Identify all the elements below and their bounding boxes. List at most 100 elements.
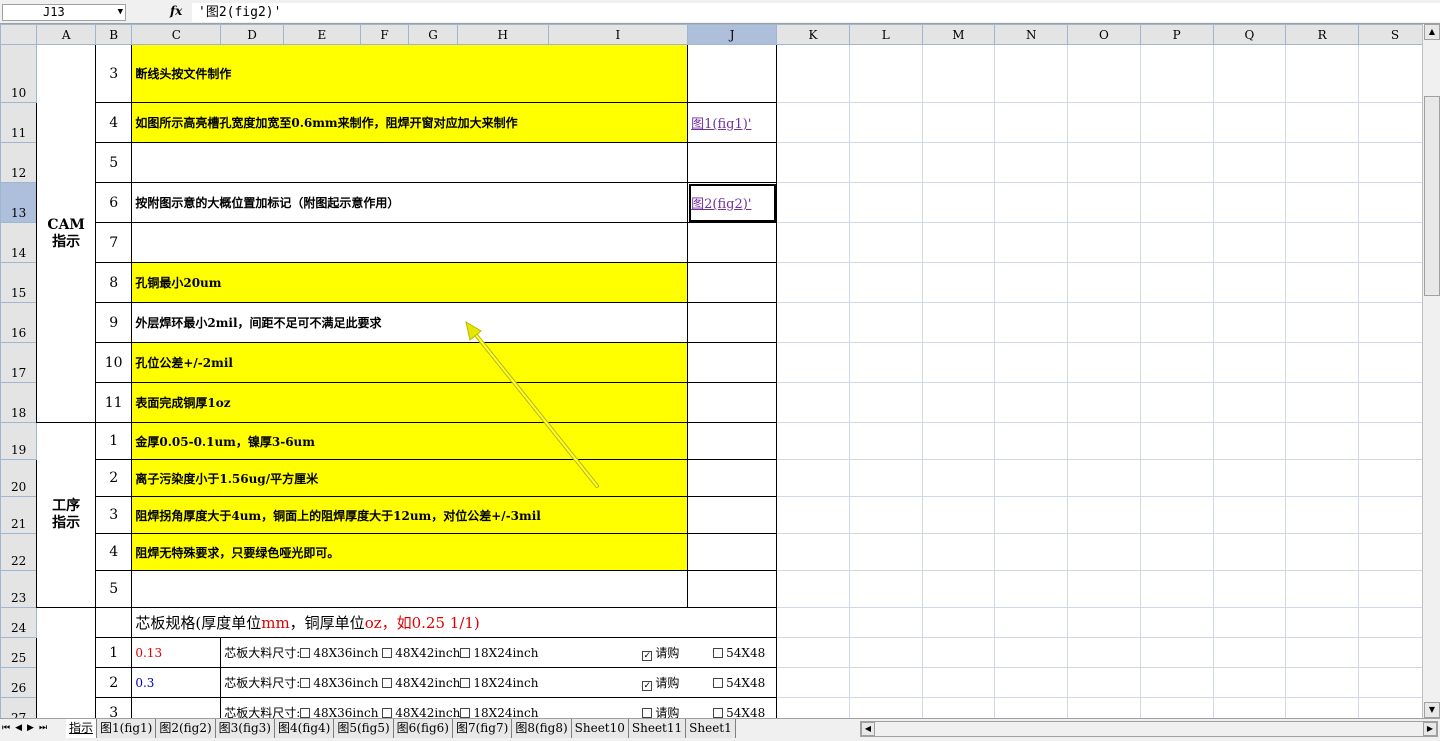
figure-link-cell[interactable] (687, 533, 778, 571)
sheet-tab[interactable]: Sheet1 (686, 719, 736, 738)
figure-link-cell[interactable] (687, 302, 778, 343)
row-header[interactable]: 21 (0, 496, 38, 534)
sheet-tab[interactable]: 图4(fig4) (275, 719, 335, 738)
chevron-down-icon[interactable]: ▼ (118, 5, 123, 20)
scroll-left-icon[interactable]: ◀ (861, 722, 875, 736)
option-purchase[interactable]: ✓ 请购 (642, 644, 679, 661)
instruction-cell[interactable]: 孔铜最小20um (131, 262, 689, 303)
core-thickness-cell[interactable] (131, 697, 222, 718)
name-box[interactable]: J13 ▼ (2, 4, 126, 21)
option-54x48[interactable]: 54X48 (713, 706, 765, 718)
horizontal-scrollbar[interactable]: ◀ ▶ (860, 721, 1438, 737)
row-header[interactable]: 15 (0, 262, 38, 303)
row-header[interactable]: 17 (0, 342, 38, 383)
option-purchase[interactable]: ✓ 请购 (642, 674, 679, 691)
instruction-cell[interactable]: 孔位公差+/-2mil (131, 342, 689, 383)
figure-link-cell[interactable] (687, 459, 778, 497)
option-48x36[interactable]: 48X36inch (300, 646, 378, 660)
figure-link-cell[interactable] (687, 570, 778, 608)
row-header[interactable]: 20 (0, 459, 38, 497)
option-18x24[interactable]: 18X24inch (460, 706, 538, 718)
column-header[interactable]: I (547, 24, 689, 45)
figure-link-cell[interactable] (687, 142, 778, 183)
instruction-cell[interactable] (131, 142, 689, 183)
figure-link-cell[interactable] (687, 262, 778, 303)
row-header[interactable]: 19 (0, 422, 38, 460)
row-header[interactable]: 10 (0, 44, 38, 103)
column-header[interactable]: P (1139, 24, 1214, 45)
figure-link-cell[interactable] (687, 44, 778, 103)
core-thickness-cell[interactable]: 0.13 (131, 637, 222, 668)
figure-link-cell[interactable] (687, 496, 778, 534)
column-header[interactable]: K (776, 24, 850, 45)
vertical-scrollbar[interactable]: ▲ ▼ (1422, 24, 1440, 718)
sheet-tab[interactable]: 图5(fig5) (334, 719, 394, 738)
core-thickness-cell[interactable]: 0.3 (131, 667, 222, 698)
row-header[interactable]: 23 (0, 570, 38, 608)
scroll-down-icon[interactable]: ▼ (1424, 702, 1440, 718)
function-icon[interactable]: fx (170, 4, 182, 18)
formula-input[interactable]: '图2(fig2)' (192, 3, 1440, 22)
row-header[interactable]: 14 (0, 222, 38, 263)
instruction-cell[interactable]: 金厚0.05-0.1um，镍厚3-6um (131, 422, 689, 460)
option-48x42[interactable]: 48X42inch (382, 706, 460, 718)
sheet-tab[interactable]: 图8(fig8) (512, 719, 572, 738)
column-header[interactable]: M (921, 24, 996, 45)
figure-link-fig1[interactable]: 图1(fig1)' (687, 102, 778, 143)
option-48x36[interactable]: 48X36inch (300, 676, 378, 690)
instruction-cell[interactable]: 阻焊拐角厚度大于4um，铜面上的阻焊厚度大于12um，对位公差+/-3mil (131, 496, 689, 534)
scroll-up-icon[interactable]: ▲ (1424, 24, 1440, 40)
column-header[interactable]: S (1358, 24, 1422, 45)
option-54x48[interactable]: 54X48 (713, 676, 765, 690)
column-header[interactable]: L (848, 24, 923, 45)
tab-navigation-icons[interactable]: ⏮◀▶⏭ (2, 723, 52, 733)
sheet-tab[interactable]: 图2(fig2) (156, 719, 216, 738)
spreadsheet-grid[interactable]: A B C D E F G H I J K L M N O P Q R S 10… (0, 24, 1422, 718)
row-header[interactable]: 22 (0, 533, 38, 571)
column-header-selected[interactable]: J (687, 24, 778, 45)
column-header[interactable]: G (408, 24, 458, 45)
instruction-cell[interactable] (131, 570, 689, 608)
column-header[interactable]: C (131, 24, 222, 45)
column-header[interactable]: N (994, 24, 1069, 45)
sheet-tab[interactable]: 图6(fig6) (393, 719, 453, 738)
option-54x48[interactable]: 54X48 (713, 646, 765, 660)
sheet-tab[interactable]: 图3(fig3) (215, 719, 275, 738)
column-header[interactable]: O (1067, 24, 1141, 45)
instruction-cell[interactable]: 断线头按文件制作 (131, 44, 689, 103)
instruction-cell[interactable]: 表面完成铜厚1oz (131, 382, 689, 423)
figure-link-fig2[interactable]: 图2(fig2)' (687, 182, 778, 223)
option-18x24[interactable]: 18X24inch (460, 676, 538, 690)
sheet-tab[interactable]: Sheet10 (571, 719, 629, 738)
row-header[interactable]: 24 (0, 607, 38, 638)
row-header[interactable]: 18 (0, 382, 38, 423)
row-header[interactable]: 25 (0, 637, 38, 668)
row-header[interactable]: 12 (0, 142, 38, 183)
instruction-cell[interactable]: 阻焊无特殊要求，只要绿色哑光即可。 (131, 533, 689, 571)
instruction-cell[interactable]: 外层焊环最小2mil，间距不足可不满足此要求 (131, 302, 689, 343)
column-header[interactable]: E (282, 24, 361, 45)
option-18x24[interactable]: 18X24inch (460, 646, 538, 660)
instruction-cell[interactable]: 如图所示高亮槽孔宽度加宽至0.6mm来制作，阻焊开窗对应加大来制作 (131, 102, 689, 143)
column-header[interactable]: R (1285, 24, 1360, 45)
select-all-corner[interactable] (0, 24, 38, 45)
sheet-tab[interactable]: Sheet11 (628, 719, 687, 738)
row-header-selected[interactable]: 13 (0, 182, 38, 223)
figure-link-cell[interactable] (687, 222, 778, 263)
figure-link-cell[interactable] (687, 422, 778, 460)
instruction-cell[interactable]: 按附图示意的大概位置加标记（附图起示意作用） (131, 182, 689, 223)
row-header[interactable]: 27 (0, 697, 38, 718)
option-purchase[interactable]: 请购 (642, 704, 679, 718)
column-header[interactable]: B (94, 24, 133, 45)
sheet-tab[interactable]: 图1(fig1) (97, 719, 157, 738)
vertical-scroll-thumb[interactable] (1424, 96, 1440, 296)
row-header[interactable]: 26 (0, 667, 38, 698)
column-header[interactable]: Q (1212, 24, 1287, 45)
option-48x36[interactable]: 48X36inch (300, 706, 378, 718)
figure-link-cell[interactable] (687, 342, 778, 383)
column-header[interactable]: H (456, 24, 549, 45)
column-header[interactable]: F (359, 24, 410, 45)
column-header[interactable]: D (220, 24, 284, 45)
row-header[interactable]: 11 (0, 102, 38, 143)
option-48x42[interactable]: 48X42inch (382, 646, 460, 660)
